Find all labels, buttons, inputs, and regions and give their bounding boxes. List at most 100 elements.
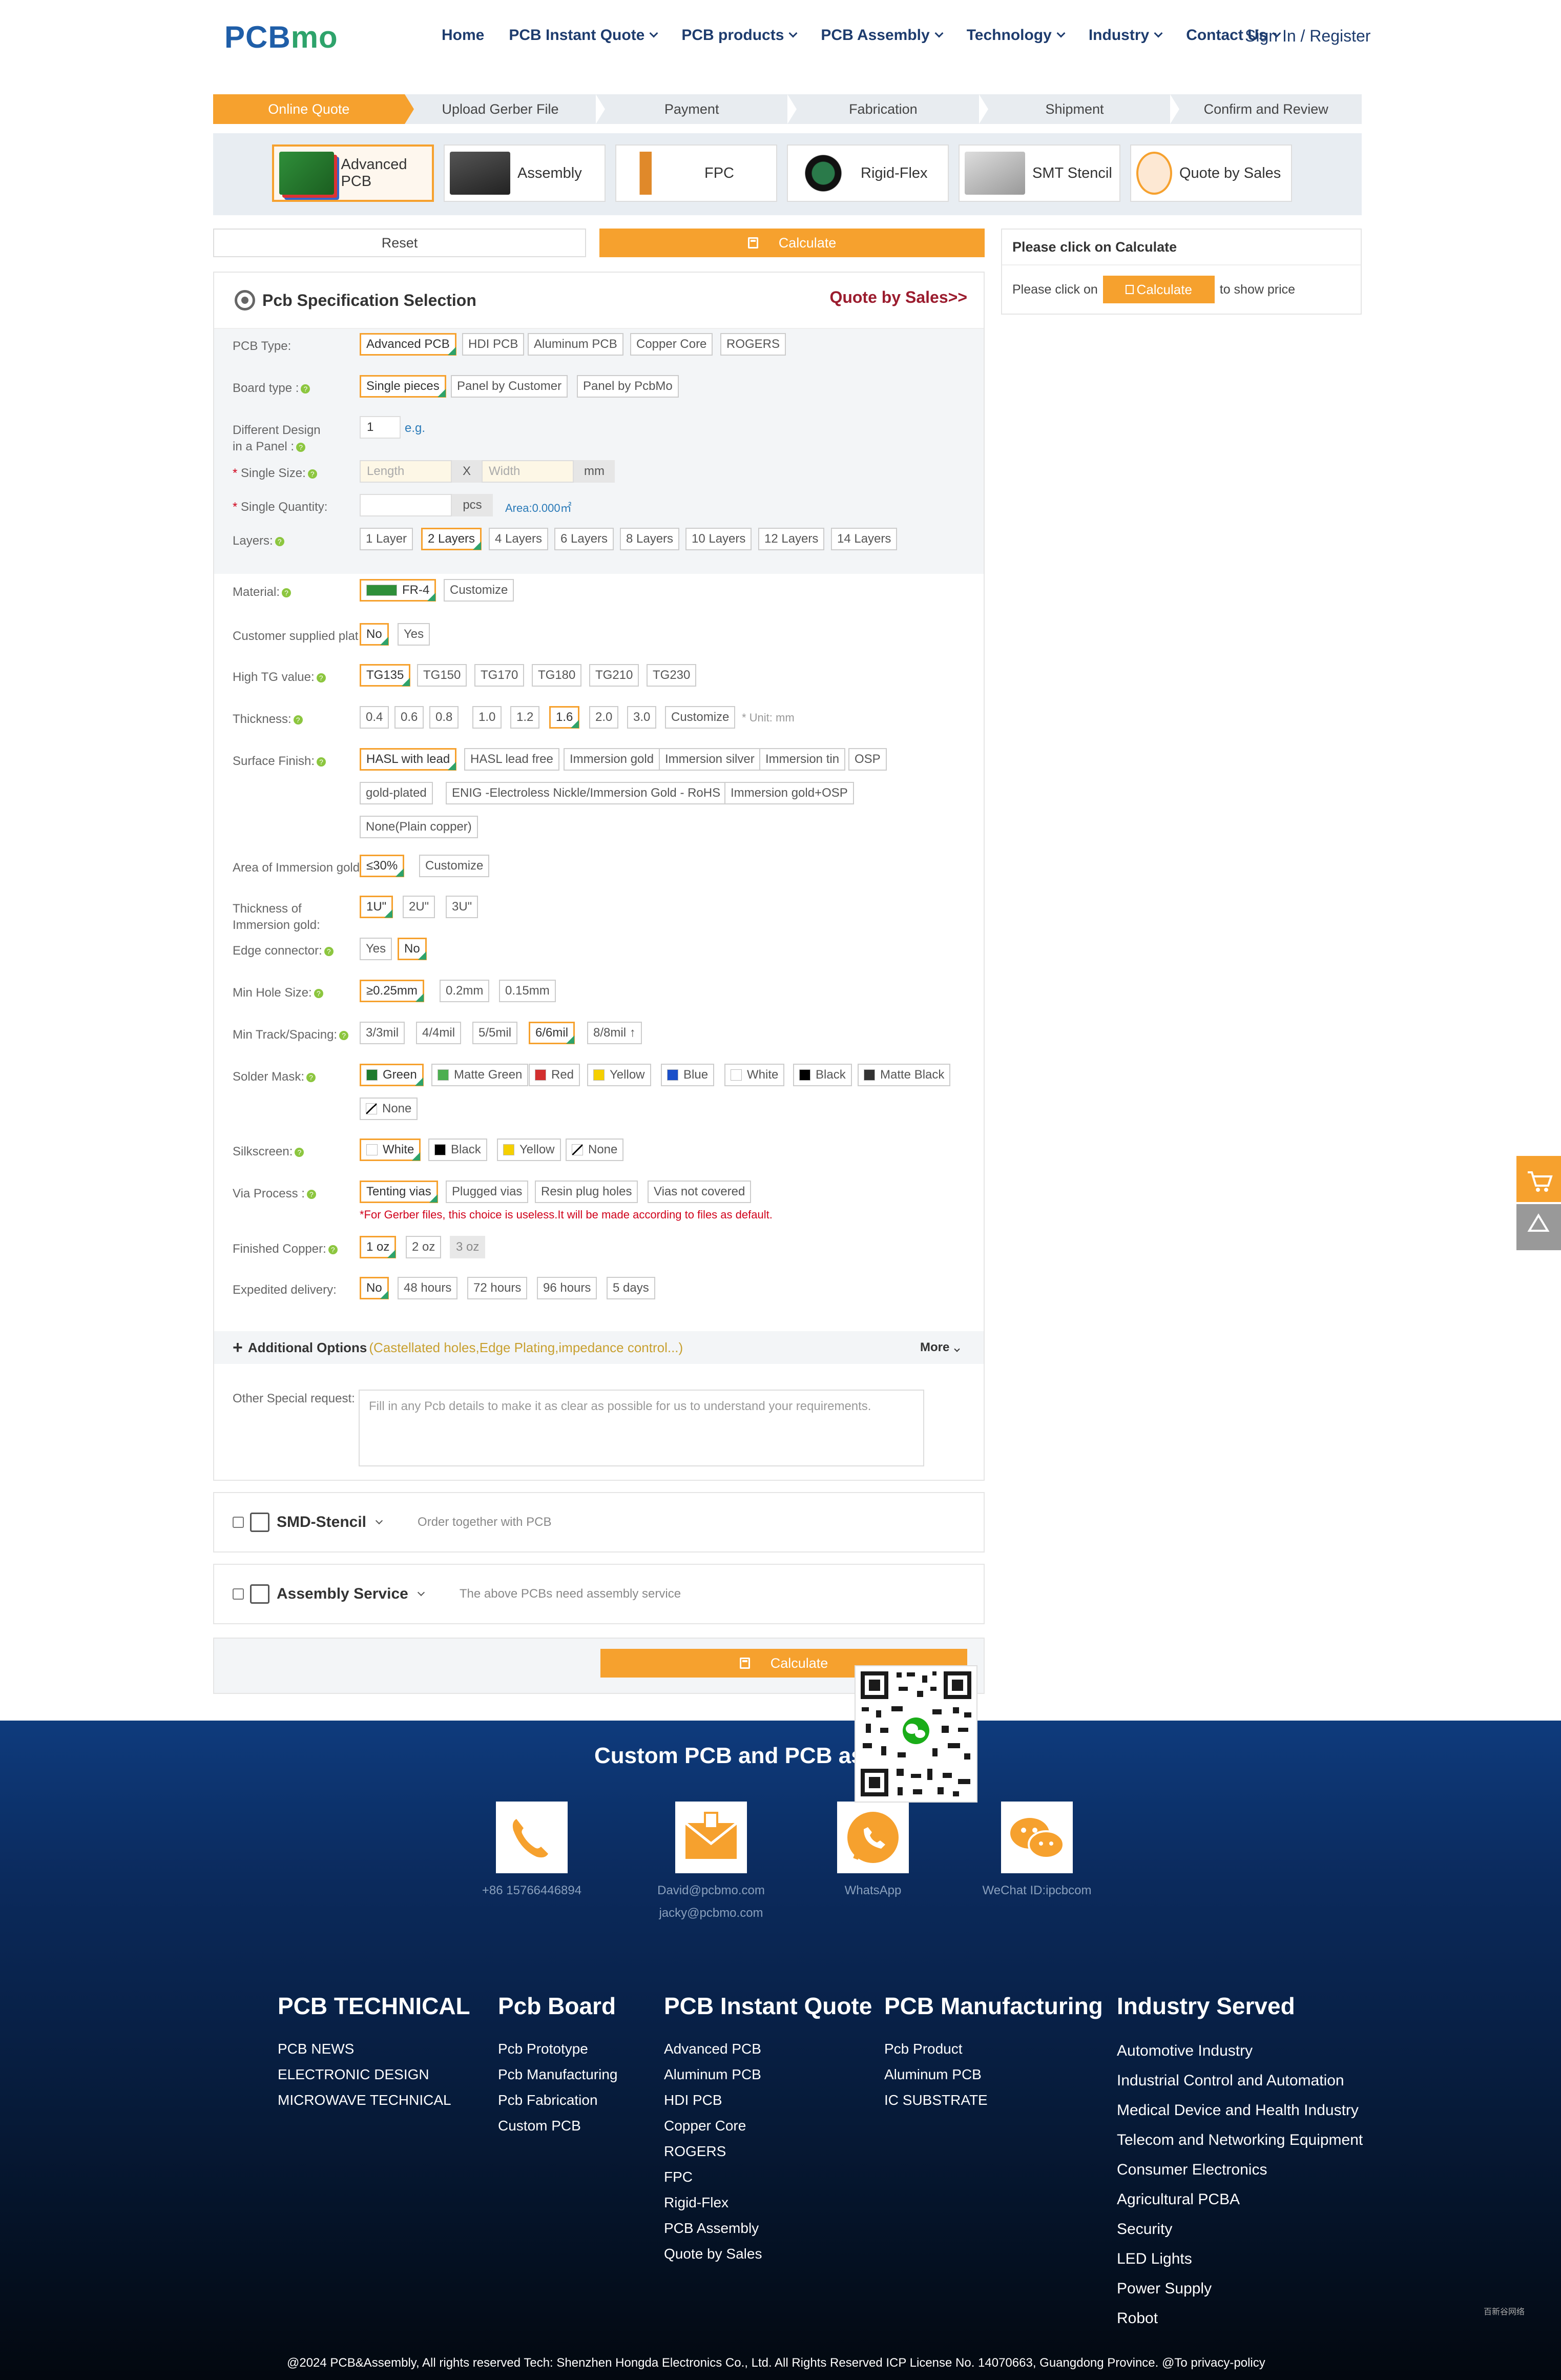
expedited-48h[interactable]: 48 hours [398, 1277, 458, 1299]
surface-immersion-silver[interactable]: Immersion silver [659, 748, 761, 771]
customer-plate-yes[interactable]: Yes [398, 623, 430, 646]
footer-link[interactable]: ELECTRONIC DESIGN [278, 2062, 470, 2087]
chevron-down-icon[interactable] [417, 1588, 425, 1597]
edge-yes[interactable]: Yes [360, 938, 392, 960]
special-request-textarea[interactable]: Fill in any Pcb details to make it as cl… [359, 1390, 924, 1466]
quote-by-sales-link[interactable]: Quote by Sales>> [829, 288, 967, 307]
tg210[interactable]: TG210 [589, 664, 639, 687]
hole-02[interactable]: 0.2mm [440, 980, 490, 1002]
nav-industry[interactable]: Industry [1089, 27, 1163, 44]
via-not-covered[interactable]: Vias not covered [648, 1181, 752, 1203]
surface-immersion-gold-osp[interactable]: Immersion gold+OSP [724, 782, 854, 804]
nav-technology[interactable]: Technology [967, 27, 1066, 44]
hole-025[interactable]: ≥0.25mm [360, 980, 424, 1002]
site-logo[interactable]: PCBmo [224, 19, 338, 55]
edge-no[interactable]: No [398, 938, 427, 960]
length-input[interactable]: Length [360, 460, 452, 483]
layer-4[interactable]: 4 Layers [489, 528, 549, 550]
thickness-customize[interactable]: Customize [665, 706, 736, 729]
footer-link[interactable]: Medical Device and Health Industry [1117, 2096, 1363, 2125]
track-6-6[interactable]: 6/6mil [529, 1022, 575, 1044]
footer-link[interactable]: MICROWAVE TECHNICAL [278, 2087, 470, 2113]
solder-matte-green[interactable]: Matte Green [431, 1064, 529, 1086]
nav-pcb-instant-quote[interactable]: PCB Instant Quote [509, 27, 658, 44]
tg230[interactable]: TG230 [647, 664, 697, 687]
footer-link[interactable]: PCB Assembly [664, 2216, 872, 2241]
material-fr4[interactable]: FR-4 [360, 579, 436, 602]
expedited-no[interactable]: No [360, 1277, 389, 1299]
chevron-down-icon[interactable] [375, 1517, 383, 1525]
footer-link[interactable]: Automotive Industry [1117, 2036, 1363, 2066]
tg170[interactable]: TG170 [474, 664, 525, 687]
silk-none[interactable]: None [566, 1139, 624, 1161]
layer-14[interactable]: 14 Layers [831, 528, 898, 550]
footer-link[interactable]: Power Supply [1117, 2274, 1363, 2304]
footer-link[interactable]: Copper Core [664, 2113, 872, 2139]
expedited-72h[interactable]: 72 hours [467, 1277, 528, 1299]
surface-none[interactable]: None(Plain copper) [360, 816, 478, 838]
track-4-4[interactable]: 4/4mil [416, 1022, 462, 1044]
via-tenting[interactable]: Tenting vias [360, 1181, 438, 1203]
silk-yellow[interactable]: Yellow [497, 1139, 561, 1161]
surface-immersion-gold[interactable]: Immersion gold [564, 748, 660, 771]
footer-link[interactable]: Quote by Sales [664, 2241, 872, 2267]
footer-link[interactable]: Custom PCB [498, 2113, 617, 2139]
thickness-2-0[interactable]: 2.0 [589, 706, 619, 729]
layer-6[interactable]: 6 Layers [554, 528, 614, 550]
solder-black[interactable]: Black [793, 1064, 852, 1086]
footer-link[interactable]: Robot [1117, 2304, 1363, 2333]
price-calculate-button[interactable]: Calculate [1102, 276, 1215, 303]
footer-link[interactable]: Pcb Fabrication [498, 2087, 617, 2113]
gold-2u[interactable]: 2U" [403, 896, 435, 918]
contact-phone[interactable]: +86 15766446894 [470, 1802, 593, 1902]
footer-link[interactable]: Aluminum PCB [884, 2062, 1103, 2087]
footer-link[interactable]: PCB NEWS [278, 2036, 470, 2062]
additional-options-bar[interactable]: + Additional Options (Castellated holes,… [214, 1331, 984, 1364]
thickness-3-0[interactable]: 3.0 [627, 706, 657, 729]
footer-link[interactable]: Security [1117, 2215, 1363, 2244]
gold-3u[interactable]: 3U" [446, 896, 478, 918]
layer-12[interactable]: 12 Layers [758, 528, 825, 550]
footer-link[interactable]: FPC [664, 2164, 872, 2190]
silk-black[interactable]: Black [428, 1139, 487, 1161]
footer-link[interactable]: Industrial Control and Automation [1117, 2066, 1363, 2096]
footer-link[interactable]: Pcb Product [884, 2036, 1103, 2062]
tg180[interactable]: TG180 [532, 664, 582, 687]
footer-link[interactable]: Rigid-Flex [664, 2190, 872, 2216]
thickness-0-4[interactable]: 0.4 [360, 706, 389, 729]
smd-stencil-checkbox[interactable] [233, 1517, 244, 1528]
tab-rigid-flex[interactable]: Rigid-Flex [787, 144, 949, 202]
thickness-1-6[interactable]: 1.6 [549, 706, 580, 729]
solder-green[interactable]: Green [360, 1064, 424, 1086]
back-to-top-button[interactable] [1516, 1204, 1561, 1250]
track-3-3[interactable]: 3/3mil [360, 1022, 405, 1044]
tab-quote-by-sales[interactable]: Quote by Sales [1130, 144, 1292, 202]
tg135[interactable]: TG135 [360, 664, 411, 687]
thickness-1-0[interactable]: 1.0 [472, 706, 502, 729]
solder-matte-black[interactable]: Matte Black [858, 1064, 951, 1086]
contact-whatsapp[interactable]: WhatsApp [811, 1802, 934, 1902]
tab-advanced-pcb[interactable]: Advanced PCB [272, 144, 434, 202]
layer-1[interactable]: 1 Layer [360, 528, 413, 550]
nav-home[interactable]: Home [442, 27, 484, 44]
surface-gold-plated[interactable]: gold-plated [360, 782, 433, 804]
board-type-panel-pcbmo[interactable]: Panel by PcbMo [577, 375, 679, 398]
reset-button[interactable]: Reset [213, 229, 586, 257]
quantity-input[interactable] [360, 494, 452, 516]
footer-link[interactable]: HDI PCB [664, 2087, 872, 2113]
footer-link[interactable]: Pcb Prototype [498, 2036, 617, 2062]
example-link[interactable]: e.g. [405, 421, 425, 436]
footer-link[interactable]: Agricultural PCBA [1117, 2185, 1363, 2215]
area-gold-customize[interactable]: Customize [419, 855, 490, 877]
tab-fpc[interactable]: FPC [615, 144, 777, 202]
tab-assembly[interactable]: Assembly [444, 144, 606, 202]
thickness-0-6[interactable]: 0.6 [394, 706, 424, 729]
silk-white[interactable]: White [360, 1139, 421, 1161]
pcb-type-rogers[interactable]: ROGERS [720, 333, 786, 356]
more-toggle[interactable]: More [920, 1340, 960, 1355]
pcb-type-aluminum[interactable]: Aluminum PCB [528, 333, 623, 356]
nav-pcb-assembly[interactable]: PCB Assembly [821, 27, 944, 44]
width-input[interactable]: Width [482, 460, 574, 483]
assembly-service-checkbox[interactable] [233, 1588, 244, 1600]
pcb-type-copper-core[interactable]: Copper Core [630, 333, 713, 356]
